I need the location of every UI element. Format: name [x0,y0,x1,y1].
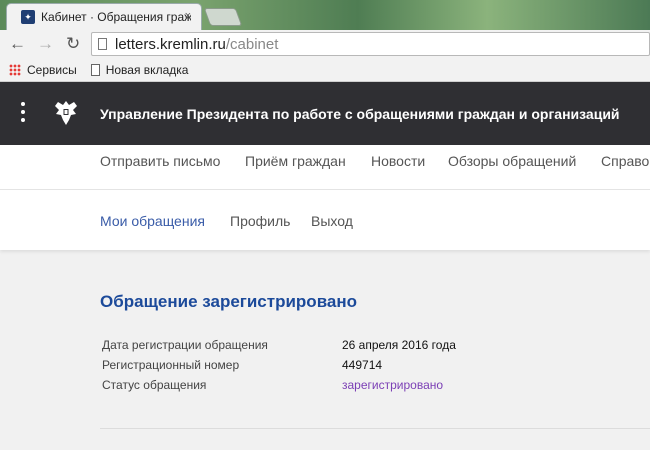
tab-profile[interactable]: Профиль [230,213,290,229]
main-navigation: Отправить письмо Приём граждан Новости О… [0,145,650,190]
bookmark-label: Новая вкладка [105,62,189,77]
forward-arrow-icon[interactable]: → [37,33,54,55]
address-bar[interactable]: letters.kremlin.ru/cabinet [91,32,650,56]
tab-title: Кабинет · Обращения граж [41,10,191,24]
url-host: letters.kremlin.ru [115,35,226,53]
browser-toolbar: ← → ↻ letters.kremlin.ru/cabinet [0,30,650,58]
info-label: Дата регистрации обращения [102,338,268,352]
tab-logout[interactable]: Выход [311,213,353,229]
bookmarks-bar: Сервисы Новая вкладка [0,58,650,82]
site-title: Управление Президента по работе с обраще… [100,106,620,122]
tab-my-appeals[interactable]: Мои обращения [100,213,205,229]
browser-tab[interactable]: ✦ Кабинет · Обращения граж × [6,3,202,30]
info-label: Регистрационный номер [102,358,240,372]
back-arrow-icon[interactable]: ← [9,33,26,55]
document-icon [90,63,100,76]
info-value: 26 апреля 2016 года [342,338,456,352]
apps-grid-icon[interactable] [9,63,21,76]
double-headed-eagle-emblem-icon[interactable] [52,98,80,128]
reload-icon[interactable]: ↻ [66,33,80,55]
bookmark-label: Сервисы [27,62,77,77]
info-label: Статус обращения [102,378,207,392]
new-tab-button[interactable] [203,8,243,26]
nav-send-letter[interactable]: Отправить письмо [100,153,220,169]
browser-tab-strip: ✦ Кабинет · Обращения граж × [0,0,650,30]
page-title: Обращение зарегистрировано [100,292,358,311]
content-divider [100,428,650,429]
status-badge: зарегистрировано [342,378,444,392]
info-value: 449714 [342,358,383,372]
nav-citizen-reception[interactable]: Приём граждан [245,153,346,169]
nav-appeal-reviews[interactable]: Обзоры обращений [448,153,576,169]
close-tab-icon[interactable]: × [185,10,191,22]
nav-reference[interactable]: Справо [601,153,649,169]
menu-dots-icon[interactable] [21,102,25,126]
site-header: Управление Президента по работе с обраще… [0,82,650,145]
bookmark-new-tab[interactable]: Новая вкладка [89,62,189,77]
nav-news[interactable]: Новости [371,153,425,169]
cabinet-navigation: Мои обращения Профиль Выход [0,190,650,250]
page-icon [98,38,107,50]
bookmark-services[interactable]: Сервисы [27,63,77,77]
emblem-favicon-icon: ✦ [21,10,35,24]
url-path: /cabinet [225,35,279,53]
